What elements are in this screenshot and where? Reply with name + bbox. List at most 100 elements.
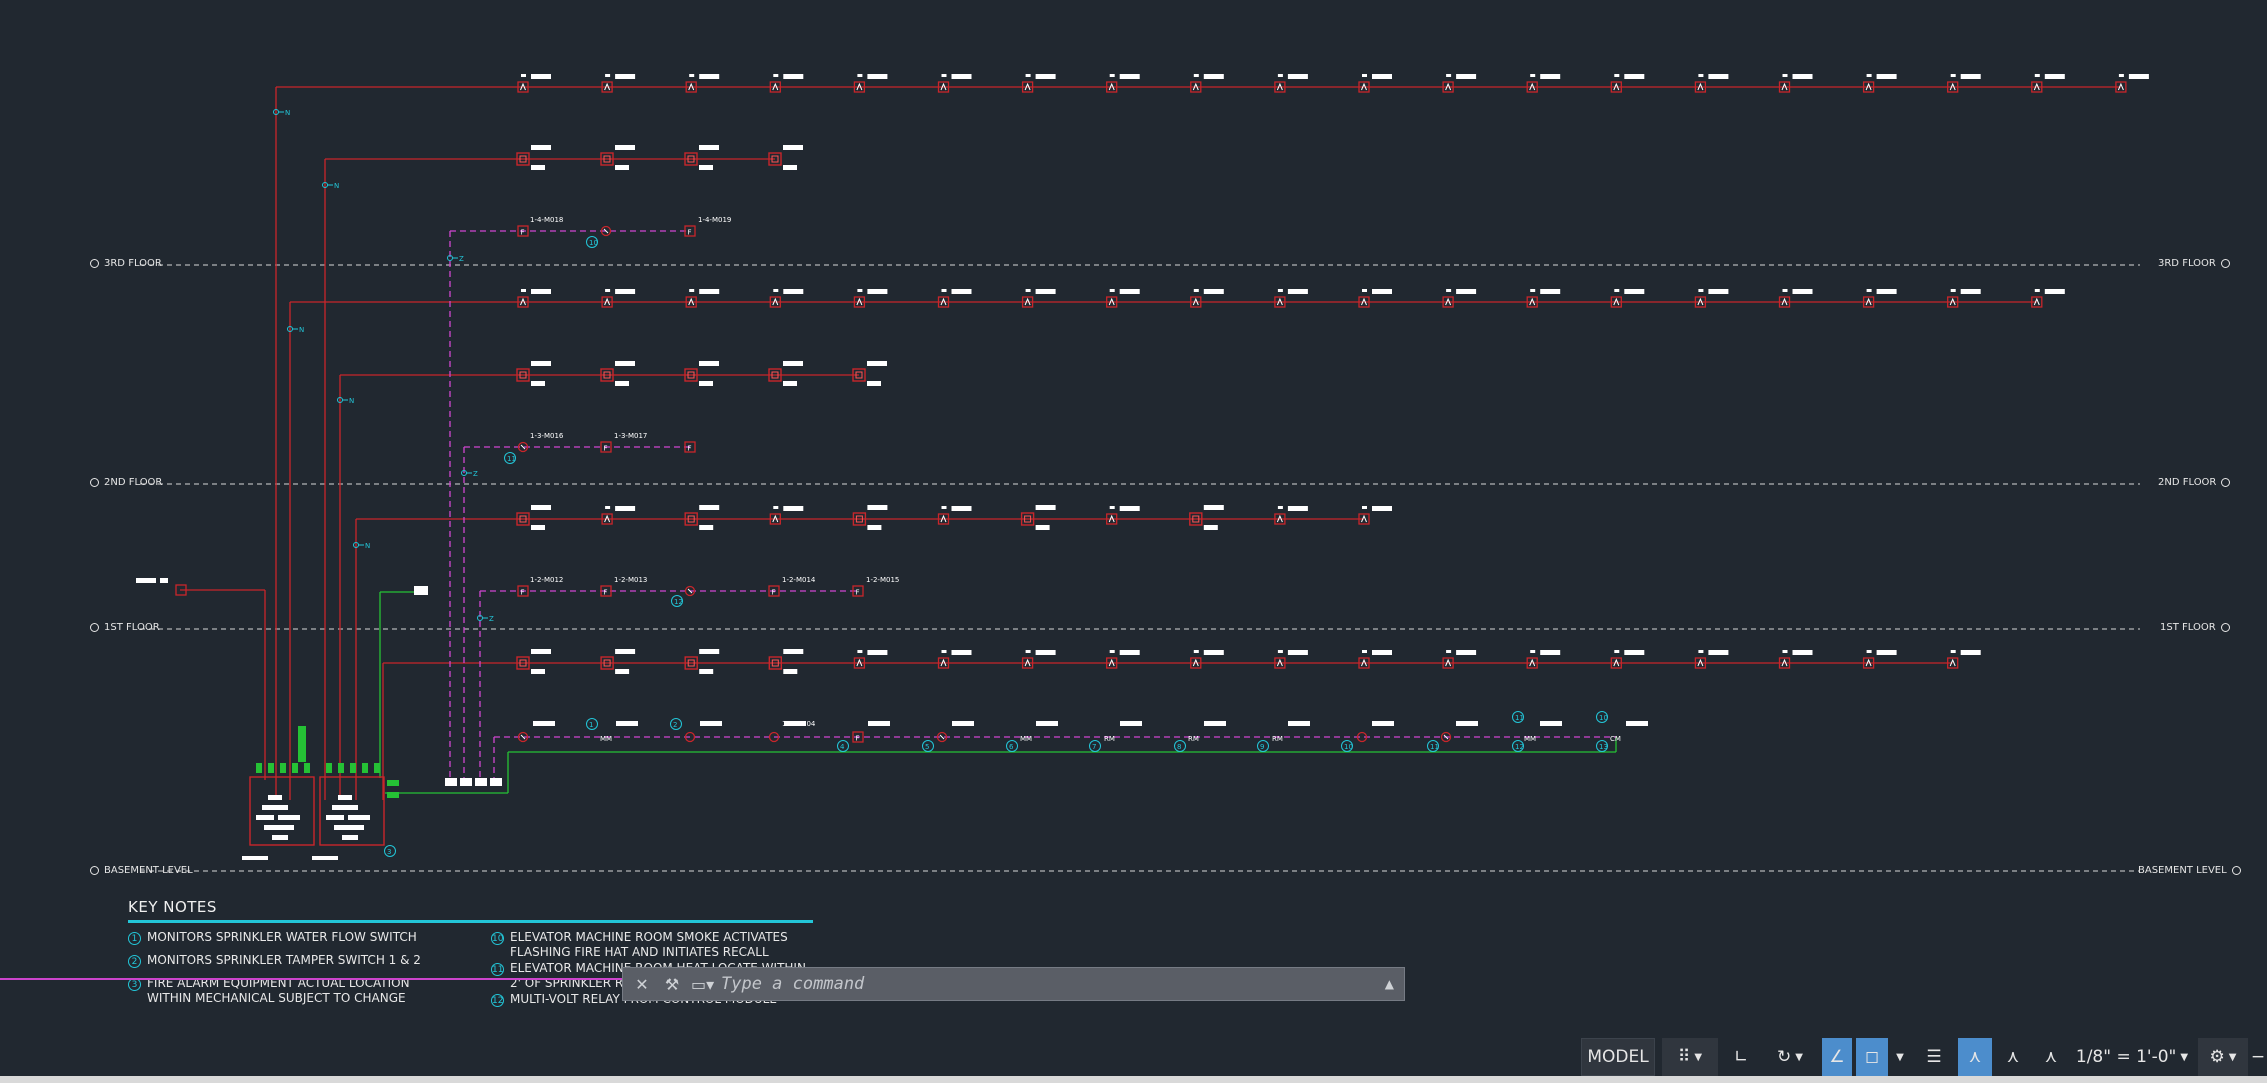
module-tag: 1-4-M019 <box>698 216 731 224</box>
device-tag-bar <box>951 289 972 294</box>
device-code: RM <box>1188 735 1199 743</box>
floor-label-basement-right: BASEMENT LEVEL <box>2138 865 2241 876</box>
annotation-scale-icon: ⋏ <box>2044 1047 2058 1067</box>
device-tag-bar <box>1035 74 1056 79</box>
polar-button[interactable]: ↻ ▼ <box>1760 1038 1820 1076</box>
device-tag-bar <box>615 381 629 386</box>
circuit-lines <box>180 86 2121 800</box>
device-tag-bar <box>941 289 947 292</box>
terminal-block <box>338 763 344 773</box>
device-tag-bar <box>1119 74 1140 79</box>
keynote-callout-number: 12 <box>674 598 683 606</box>
device-tag-bar <box>773 289 779 292</box>
device-tag-bar <box>1362 506 1367 509</box>
device-tag-bar <box>1446 650 1452 653</box>
command-input[interactable] <box>713 973 1385 995</box>
panel-detail <box>242 856 268 860</box>
device-tag-bar <box>1624 289 1645 294</box>
floor-label-2nd-right: 2ND FLOOR <box>2158 477 2231 488</box>
panel-detail <box>348 815 370 820</box>
device-tag-bar <box>1708 74 1729 79</box>
device-tag-bar <box>699 505 720 510</box>
device-tag-bar <box>1204 721 1226 726</box>
monitor-module-icon: F <box>772 589 776 597</box>
device-tag-bar <box>615 165 629 170</box>
device-tag-bar <box>531 145 551 150</box>
device-tag-bar <box>615 289 636 294</box>
device-tag-bar <box>783 289 804 294</box>
chevron-down-icon: ▼ <box>2180 1051 2189 1063</box>
grid-button[interactable]: ⠿ ▼ <box>1662 1038 1718 1076</box>
settings-button[interactable]: ⚙ ▼ <box>2198 1038 2248 1076</box>
annotation-visibility-button[interactable]: ⋏ <box>1958 1038 1992 1076</box>
isodraft-button[interactable]: ∠ <box>1822 1038 1852 1076</box>
wrench-icon[interactable]: ⚒ <box>661 975 683 994</box>
device-tag-bar <box>689 289 695 292</box>
ortho-button[interactable]: ∟ <box>1726 1038 1756 1076</box>
key-notes: KEY NOTES 1 MONITORS SPRINKLER WATER FLOW… <box>128 898 828 1007</box>
close-icon[interactable]: ✕ <box>631 975 653 994</box>
slc-terminal <box>475 778 487 786</box>
device-tag-bar <box>699 145 719 150</box>
end-of-line-label: N <box>285 109 290 117</box>
object-snap-button[interactable]: ◻ <box>1856 1038 1888 1076</box>
object-snap-menu[interactable]: ▼ <box>1888 1038 1908 1076</box>
drawing-canvas[interactable]: N N N N N F F F F F F F F Z Z Z MM F MM RM RM RM MM CM 4 5 6 7 8 9 10 1… <box>0 0 2267 1040</box>
device-tag-bar <box>783 165 797 170</box>
panel-detail <box>264 825 294 830</box>
device-tag-bar <box>1866 74 1872 77</box>
monitor-module-icon: F <box>604 589 608 597</box>
command-history-icon[interactable]: ▭▾ <box>691 975 714 994</box>
monitor-module-icon: F <box>688 229 692 237</box>
panel-detail <box>256 815 274 820</box>
annotation-scale-button[interactable]: ⋏ <box>2034 1038 2068 1076</box>
device-code: CM <box>1610 735 1621 743</box>
floor-lines <box>140 264 2140 872</box>
device-tag-bar <box>951 506 972 511</box>
device-tag-bar <box>531 361 551 366</box>
device-tag-bar <box>1540 74 1561 79</box>
device-tag-bar <box>1708 289 1729 294</box>
device-tag-bar <box>1614 74 1620 77</box>
command-line[interactable]: ✕ ⚒ ▭▾ ▲ <box>622 967 1405 1001</box>
key-notes-title: KEY NOTES <box>128 898 217 916</box>
device-tag-bar <box>533 721 555 726</box>
device-tag-bar <box>605 506 611 509</box>
device-tag-bar <box>1109 74 1115 77</box>
floor-label-3rd-right: 3RD FLOOR <box>2158 258 2230 269</box>
chevron-up-icon[interactable]: ▲ <box>1385 977 1394 991</box>
auto-scale-button[interactable]: ⋏ <box>1996 1038 2030 1076</box>
gear-icon: ⚙ <box>2209 1047 2225 1067</box>
device-tag-bar <box>531 505 551 510</box>
lineweight-button[interactable]: ☰ <box>1918 1038 1950 1076</box>
device-tag-bar <box>531 381 545 386</box>
minimize-icon[interactable]: − <box>2250 1038 2266 1076</box>
device-tag-bar <box>1782 650 1788 653</box>
device-tag-bar <box>1287 506 1308 511</box>
auto-scale-icon: ⋏ <box>2006 1047 2020 1067</box>
device-tag-bar <box>1876 650 1897 655</box>
fire-alarm-panel <box>319 776 385 846</box>
device-tag-bar <box>1626 721 1648 726</box>
device-tag-bar <box>857 74 863 77</box>
model-space-button[interactable]: MODEL <box>1581 1038 1655 1076</box>
keynote-callout-number: 3 <box>387 848 391 856</box>
device-tag-bar <box>1960 650 1981 655</box>
monitor-module-icon: F <box>604 445 608 453</box>
device-tag-bar <box>1530 74 1536 77</box>
scale-selector[interactable]: 1/8" = 1'-0" ▼ <box>2072 1038 2192 1076</box>
floor-marker-icon <box>2220 259 2230 268</box>
drawing-svg: NNNNNF FF FF F F FZZZMM F MM RM RM RM MM CM4 5 6 7 8 9 10 1… <box>136 74 2149 872</box>
floor-label-3rd-left: 3RD FLOOR <box>90 258 162 269</box>
panel-detail <box>262 805 288 810</box>
device-code: MM <box>600 735 612 743</box>
device-tag-bar <box>1950 650 1956 653</box>
terminal-block <box>387 792 399 798</box>
keynote-callout-number: 1 <box>589 721 593 729</box>
device-tag-bar <box>783 361 803 366</box>
device-tag-bar <box>868 721 890 726</box>
panel-detail <box>342 835 358 840</box>
terminal-block <box>326 763 332 773</box>
keynote-callout-number: 6 <box>1009 743 1014 751</box>
device-tag-bar <box>1035 505 1056 510</box>
